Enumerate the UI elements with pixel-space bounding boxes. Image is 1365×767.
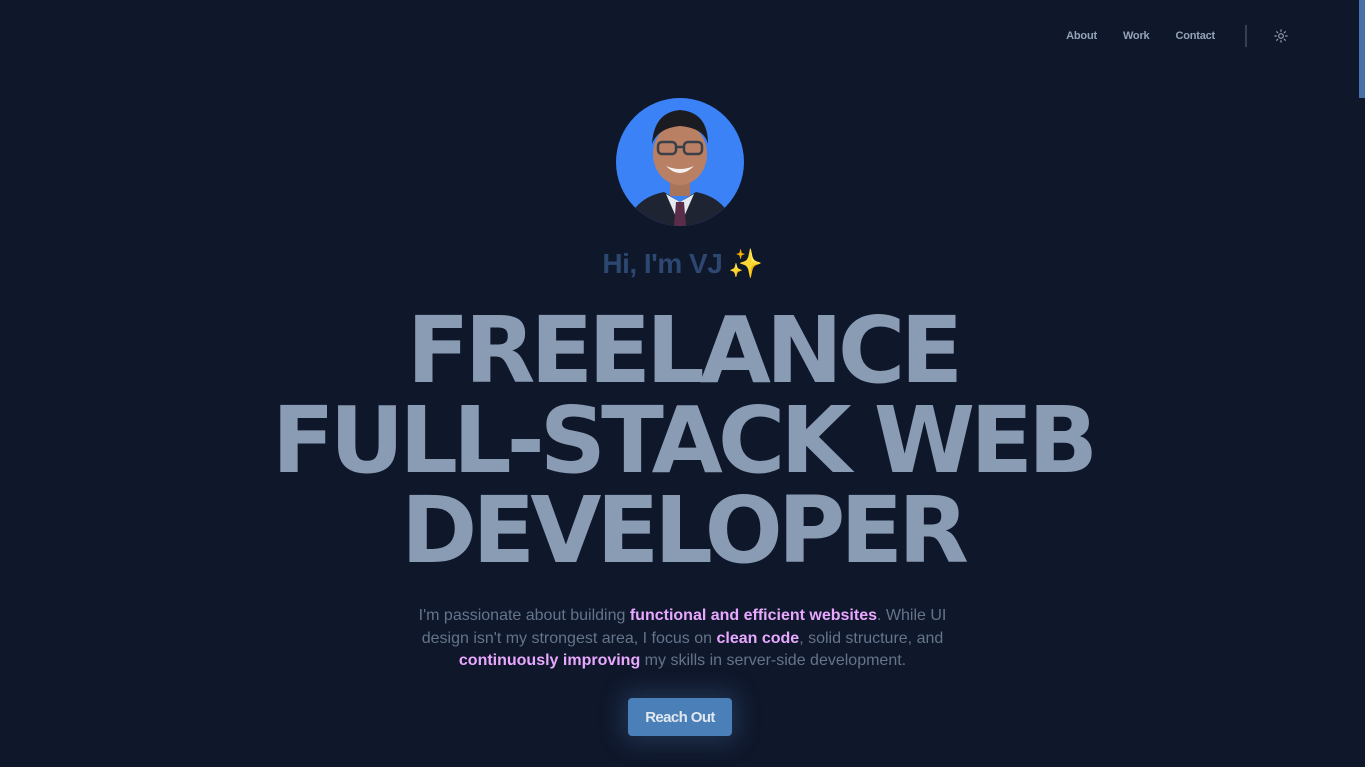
tagline-text: I'm passionate about building (418, 607, 630, 624)
scrollbar-thumb[interactable] (1359, 0, 1365, 98)
profile-avatar (616, 98, 744, 226)
tagline-text: my skills in server-side development. (640, 652, 907, 669)
tagline-highlight: clean code (716, 629, 800, 647)
tagline-text: , solid structure, and (799, 629, 944, 647)
nav-link-about[interactable]: About (1066, 30, 1097, 42)
sun-icon (1274, 29, 1288, 43)
tagline-highlight: functional and efficient websites (629, 607, 877, 624)
top-nav: About Work Contact (1066, 24, 1289, 48)
headline-line-1: FREELANCE (406, 297, 964, 404)
reach-out-button[interactable]: Reach Out (628, 698, 732, 736)
hero-tagline: I'm passionate about building functional… (395, 605, 970, 673)
page: About Work Contact Hi, I'm VJ ✨ FREELANC… (0, 0, 1365, 767)
greeting-text: Hi, I'm VJ (602, 248, 723, 279)
hero-greeting: Hi, I'm VJ ✨ (0, 247, 1365, 280)
sparkles-icon: ✨ (728, 248, 763, 279)
nav-link-work[interactable]: Work (1123, 30, 1150, 42)
tagline-highlight: continuously improving (458, 652, 641, 669)
hero-headline: FREELANCE FULL-STACK WEB DEVELOPER (0, 297, 1365, 584)
nav-link-contact[interactable]: Contact (1175, 30, 1215, 42)
headline-line-2: FULL-STACK WEB (271, 387, 1098, 494)
headline-line-3: DEVELOPER (401, 477, 969, 584)
theme-toggle-button[interactable] (1273, 28, 1289, 44)
nav-divider (1245, 25, 1247, 47)
